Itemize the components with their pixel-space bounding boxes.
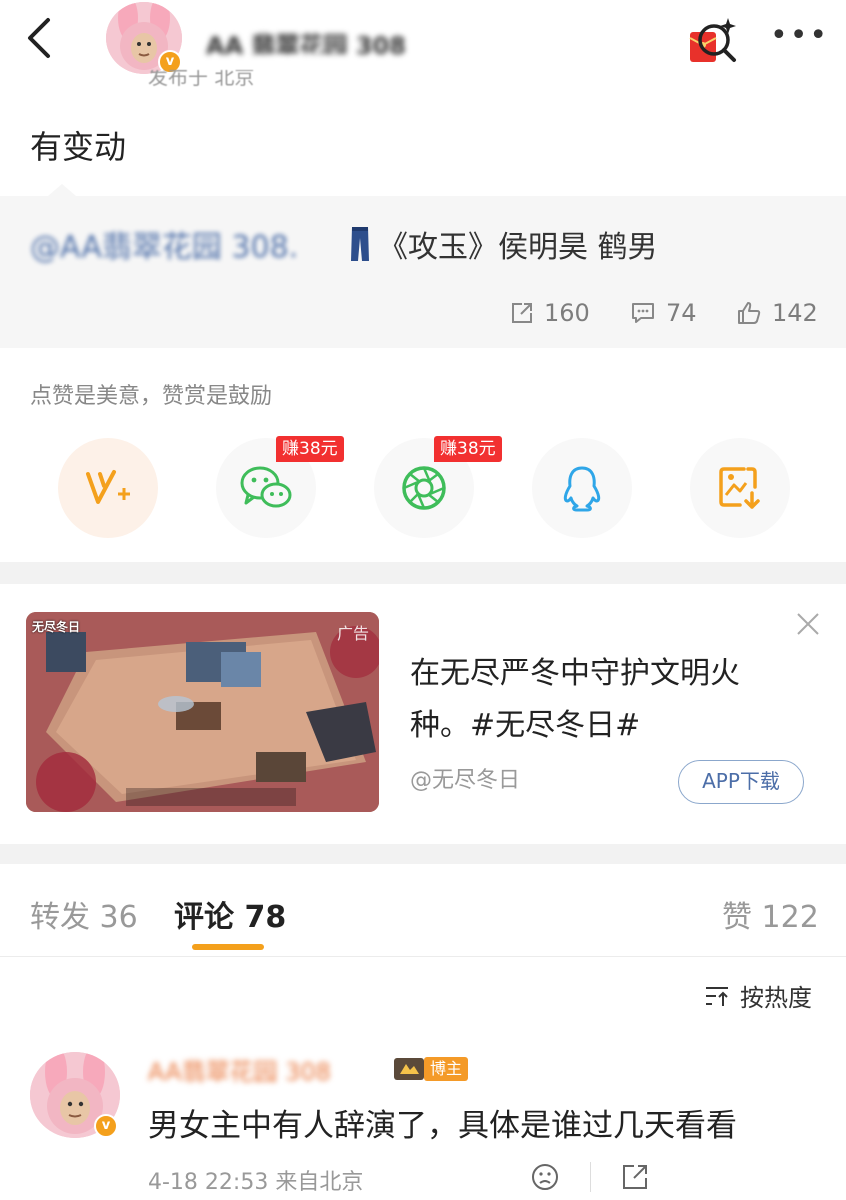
comment-repost-button[interactable] <box>620 1162 650 1192</box>
blogger-icon <box>394 1058 424 1080</box>
blogger-tag: 博主 <box>424 1057 469 1081</box>
comment-meta: 4-18 22:53 来自北京 <box>148 1170 364 1195</box>
ad-text[interactable]: 在无尽严冬中守护文明火种。#无尽冬日# <box>410 648 790 752</box>
tab-reposts[interactable]: 转发 36 <box>30 892 138 936</box>
post-text: 有变动 <box>30 128 127 166</box>
comment-actions-divider <box>590 1162 591 1192</box>
ad-game-logo: 无尽冬日 <box>32 620 81 634</box>
save-image-icon <box>719 467 760 509</box>
close-icon <box>797 613 819 635</box>
comment-icon <box>632 303 654 323</box>
qq-icon <box>563 466 601 512</box>
jeans-emoji-icon <box>351 227 369 261</box>
repost-icon <box>623 1165 647 1189</box>
ad-tag: 广告 <box>336 624 369 643</box>
like-count: 142 <box>772 299 818 327</box>
moments-icon <box>402 466 446 510</box>
share-qq-button[interactable] <box>532 438 632 538</box>
section-separator <box>0 562 846 584</box>
sort-by-hot-button[interactable]: 按热度 <box>704 978 812 1013</box>
comment-react-button[interactable] <box>530 1162 560 1192</box>
section-separator <box>0 844 846 864</box>
sad-face-icon <box>532 1164 558 1190</box>
commenter-name[interactable]: AA翡翠花园 308 <box>148 1052 384 1087</box>
reward-label: 点赞是美意，赞赏是鼓励 <box>30 384 273 409</box>
post-source-info: 发布于 北京 <box>148 70 255 86</box>
wechat-earn-badge: 赚38元 <box>276 436 344 462</box>
quote-repost-count[interactable]: 160 <box>510 296 590 330</box>
tab-likes[interactable]: 赞 122 <box>722 892 819 936</box>
quoted-post[interactable] <box>0 196 846 348</box>
author-name[interactable]: AA 翡翠花园 308 <box>206 26 456 54</box>
top-bar: v AA 翡翠花园 308 ••• 发布于 北京 <box>0 0 846 86</box>
v-plus-icon <box>86 470 130 504</box>
game-scene-illustration <box>26 612 379 812</box>
comment-count: 74 <box>666 299 697 327</box>
commenter-verified-icon: v <box>94 1114 118 1138</box>
quote-caret <box>48 184 76 196</box>
sort-label: 按热度 <box>740 984 812 1012</box>
repost-count: 160 <box>544 299 590 327</box>
quoted-post-title: 《攻玉》侯明昊 鹤男 <box>378 230 658 265</box>
red-packet-search-button[interactable] <box>688 14 740 66</box>
moments-earn-badge: 赚38元 <box>434 436 502 462</box>
ad-close-button[interactable] <box>796 612 820 636</box>
quoted-post-text[interactable]: @AA翡翠花园 308. 《攻玉》侯明昊 鹤男 <box>30 222 658 266</box>
tab-comments[interactable]: 评论 78 <box>174 892 286 936</box>
more-options-button[interactable]: ••• <box>770 21 827 54</box>
wechat-icon <box>240 466 292 508</box>
reward-v-button[interactable] <box>58 438 158 538</box>
save-image-button[interactable] <box>690 438 790 538</box>
repost-icon <box>512 303 532 323</box>
blogger-badge: 博主 <box>394 1056 469 1082</box>
quote-like-count[interactable]: 142 <box>736 296 818 330</box>
app-download-button[interactable]: APP下载 <box>678 760 804 804</box>
red-packet-search-icon <box>689 18 736 62</box>
ad-image[interactable]: 无尽冬日 广告 <box>26 612 379 812</box>
comment-text: 男女主中有人辞演了，具体是谁过几天看看 <box>148 1108 737 1144</box>
quote-comment-count[interactable]: 74 <box>630 296 697 330</box>
active-tab-indicator <box>192 944 264 950</box>
ad-source[interactable]: @无尽冬日 <box>410 762 520 794</box>
quoted-author-mention[interactable]: @AA翡翠花园 308. <box>30 222 348 266</box>
back-button[interactable] <box>20 14 60 62</box>
chevron-left-icon <box>28 18 50 58</box>
thumbs-up-icon <box>738 302 761 324</box>
sort-icon <box>706 986 728 1006</box>
tab-divider <box>0 956 846 957</box>
